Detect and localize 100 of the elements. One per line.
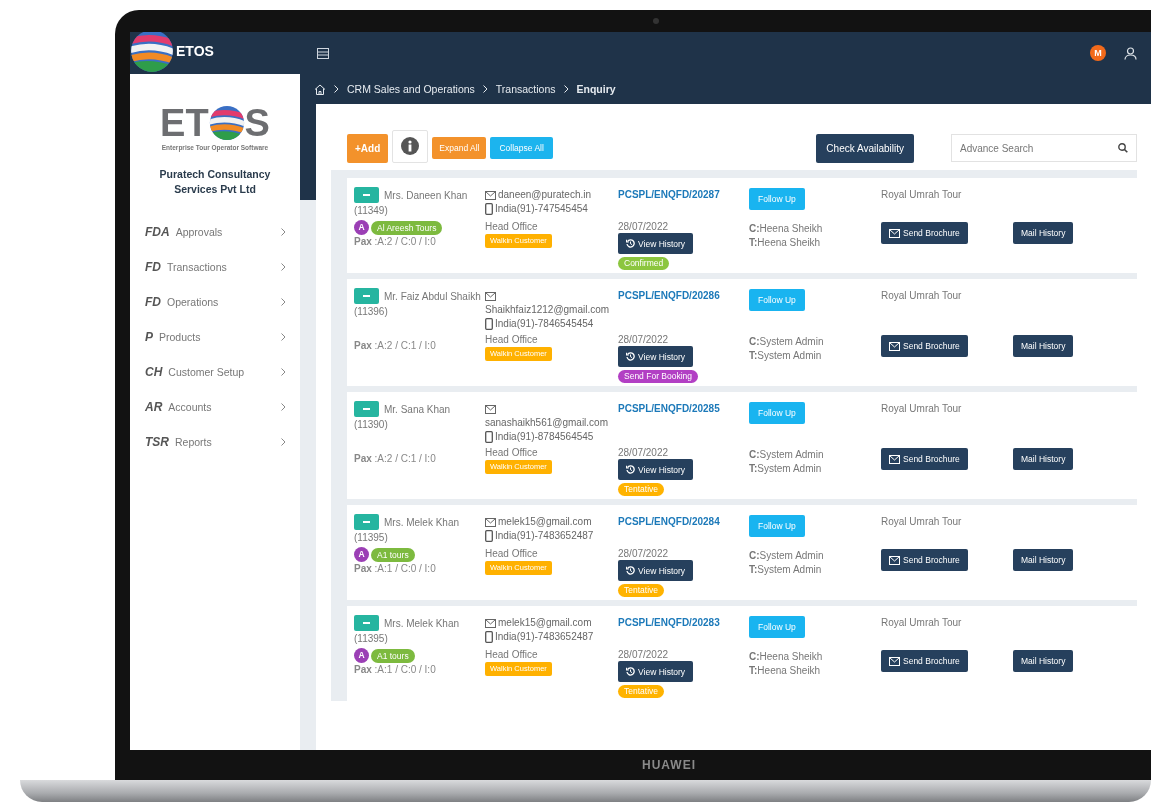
email-text: daneen@puratech.in [498,188,591,201]
collapse-toggle-button[interactable] [354,187,379,203]
customer-name: Mrs. Daneen Khan [384,189,468,201]
menu-item[interactable]: Approvals [175,225,281,238]
assigned-to-text: T:Heena Sheikh [749,236,822,250]
logo-text: S [244,104,270,142]
menu-code: FDA [145,224,170,239]
info-button[interactable] [392,129,429,163]
customer-id: (11395) [354,531,389,544]
menu-icon[interactable] [317,47,329,59]
agent-initial: A [354,547,369,562]
menu-item[interactable]: Reports [175,435,281,448]
enquiry-date: 28/07/2022 [618,333,670,346]
chevron-icon [281,332,286,341]
created-by-text: C:Heena Sheikh [749,650,824,664]
pax-text: Pax :A:2 / C:1 / I:0 [354,452,437,465]
send-brochure-button[interactable]: Send Brochure [881,222,968,244]
home-icon[interactable] [314,83,326,95]
menu-code: CH [145,364,163,379]
collapse-toggle-button[interactable] [354,615,379,631]
phone-text: India(91)-747545454 [495,202,588,215]
view-history-button[interactable]: View History [618,661,694,682]
view-history-button[interactable]: View History [618,233,694,254]
assigned-to-text: T:System Admin [749,349,823,363]
menu-item[interactable]: Customer Setup [168,365,281,378]
chevron-icon [334,85,339,93]
breadcrumb-link[interactable]: CRM Sales and Operations [347,83,475,95]
phone-icon [485,202,493,215]
envelope-icon [889,656,900,666]
mail-history-button[interactable]: Mail History [1013,549,1074,571]
enquiry-reference[interactable]: PCSPL/ENQFD/20284 [618,516,720,527]
mail-history-button[interactable]: Mail History [1013,650,1074,672]
menu-item[interactable]: Transactions [167,260,281,273]
chevron-icon [563,85,569,93]
view-history-button[interactable]: View History [618,459,694,480]
chevron-icon [482,85,488,93]
email-icon [485,292,496,301]
pax-text: Pax :A:1 / C:0 / I:0 [354,562,437,575]
branch-text: Head Office [485,333,539,346]
info-icon [401,137,420,155]
branch-text: Head Office [485,220,539,233]
chevron-icon [281,297,286,306]
check-availability-button[interactable]: Check Availability [816,133,914,163]
assigned-to-text: T:System Admin [749,563,823,577]
user-avatar[interactable]: M [1090,45,1106,61]
history-icon [626,566,635,575]
menu-item[interactable]: Accounts [168,400,281,413]
chevron-icon [281,437,286,446]
envelope-icon [889,341,900,351]
email-icon [485,518,496,527]
mail-history-button[interactable]: Mail History [1013,222,1074,244]
search-icon[interactable] [1118,143,1128,153]
send-brochure-button[interactable]: Send Brochure [881,448,968,470]
enquiry-date: 28/07/2022 [618,547,670,560]
menu-code: FD [145,294,161,309]
customer-name: Mr. Faiz Abdul Shaikh [384,290,481,302]
breadcrumb-link[interactable]: Transactions [495,83,556,95]
enquiry-reference[interactable]: PCSPL/ENQFD/20287 [618,189,720,200]
enquiry-reference[interactable]: PCSPL/ENQFD/20285 [618,403,720,414]
app-name: ETOS [176,43,214,59]
agency-tag: A1 tours [371,547,415,562]
menu-code: AR [145,399,163,414]
mail-history-button[interactable]: Mail History [1013,448,1074,470]
assigned-to-text: T:System Admin [749,462,823,476]
menu-item[interactable]: Products [159,330,281,343]
send-brochure-button[interactable]: Send Brochure [881,650,968,672]
pax-text: Pax :A:2 / C:1 / I:0 [354,339,437,352]
envelope-icon [889,555,900,565]
branch-text: Head Office [485,547,539,560]
collapse-toggle-button[interactable] [354,288,379,304]
view-history-button[interactable]: View History [618,560,694,581]
collapse-toggle-button[interactable] [354,401,379,417]
view-history-button[interactable]: View History [618,346,694,367]
history-icon [626,239,635,248]
phone-text: India(91)-8784564545 [495,430,594,443]
enquiry-reference[interactable]: PCSPL/ENQFD/20283 [618,617,720,628]
collapse-toggle-button[interactable] [354,514,379,530]
logo-text: ET [160,104,209,142]
assigned-to-text: T:Heena Sheikh [749,664,822,678]
enquiry-reference[interactable]: PCSPL/ENQFD/20286 [618,290,720,301]
agency-tag: Al Areesh Tours [371,220,443,235]
phone-text: India(91)-7483652487 [495,529,594,542]
created-by-text: C:Heena Sheikh [749,222,824,236]
chevron-icon [281,402,286,411]
customer-id: (11395) [354,632,389,645]
send-brochure-button[interactable]: Send Brochure [881,549,968,571]
phone-icon [485,317,493,330]
envelope-icon [889,454,900,464]
tour-name: Royal Umrah Tour [881,403,962,414]
chevron-icon [281,262,286,271]
envelope-icon [889,228,900,238]
search-field[interactable]: Advance Search [951,134,1137,162]
chevron-icon [281,367,286,376]
phone-text: India(91)-7483652487 [495,630,594,643]
send-brochure-button[interactable]: Send Brochure [881,335,968,357]
menu-item[interactable]: Operations [167,295,281,308]
user-icon[interactable] [1124,46,1137,60]
email-text: Shaikhfaiz1212@gmail.com [485,303,610,316]
mail-history-button[interactable]: Mail History [1013,335,1074,357]
branch-text: Head Office [485,648,539,661]
